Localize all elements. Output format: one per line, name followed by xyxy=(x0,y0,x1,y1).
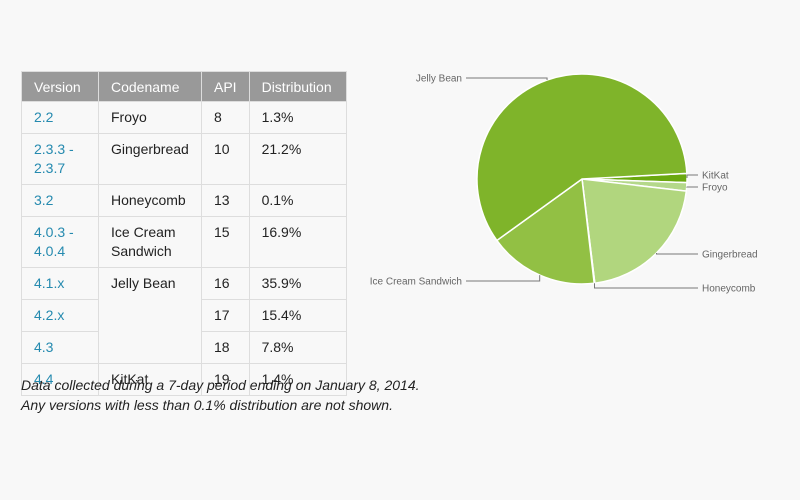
callout-line xyxy=(594,283,698,289)
pie-label: Ice Cream Sandwich xyxy=(370,277,462,288)
pie-slice-gingerbread xyxy=(581,178,688,285)
callout-line xyxy=(655,253,698,255)
pie-label: Jelly Bean xyxy=(416,74,462,85)
pie-label: Gingerbread xyxy=(702,250,758,261)
pie-chart: KitKatFroyo Gingerbread Honeycomb Ice Cream… xyxy=(370,73,758,295)
pie-label: Froyo xyxy=(702,183,728,194)
callout-line xyxy=(466,77,548,80)
pie-label: Honeycomb xyxy=(702,284,756,295)
pie-slices xyxy=(476,73,688,285)
callout-line xyxy=(686,174,698,179)
pie-label: KitKat xyxy=(702,171,729,182)
callout-line xyxy=(466,275,541,282)
